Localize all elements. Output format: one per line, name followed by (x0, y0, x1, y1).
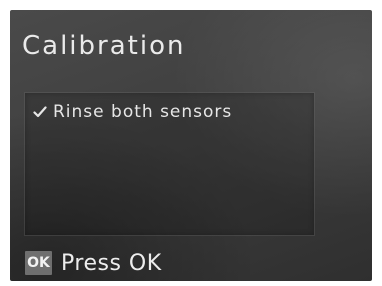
ok-button[interactable]: OK (25, 251, 52, 275)
press-ok-label: Press OK (61, 250, 162, 276)
footer-prompt: OK Press OK (25, 250, 162, 276)
step-label: Rinse both sensors (53, 102, 233, 122)
step-item: Rinse both sensors (33, 102, 232, 122)
check-icon (33, 105, 47, 119)
screen-title: Calibration (22, 31, 186, 61)
device-screen: Calibration Rinse both sensors OK Press … (10, 10, 372, 281)
calibration-steps-panel: Rinse both sensors (24, 92, 315, 236)
